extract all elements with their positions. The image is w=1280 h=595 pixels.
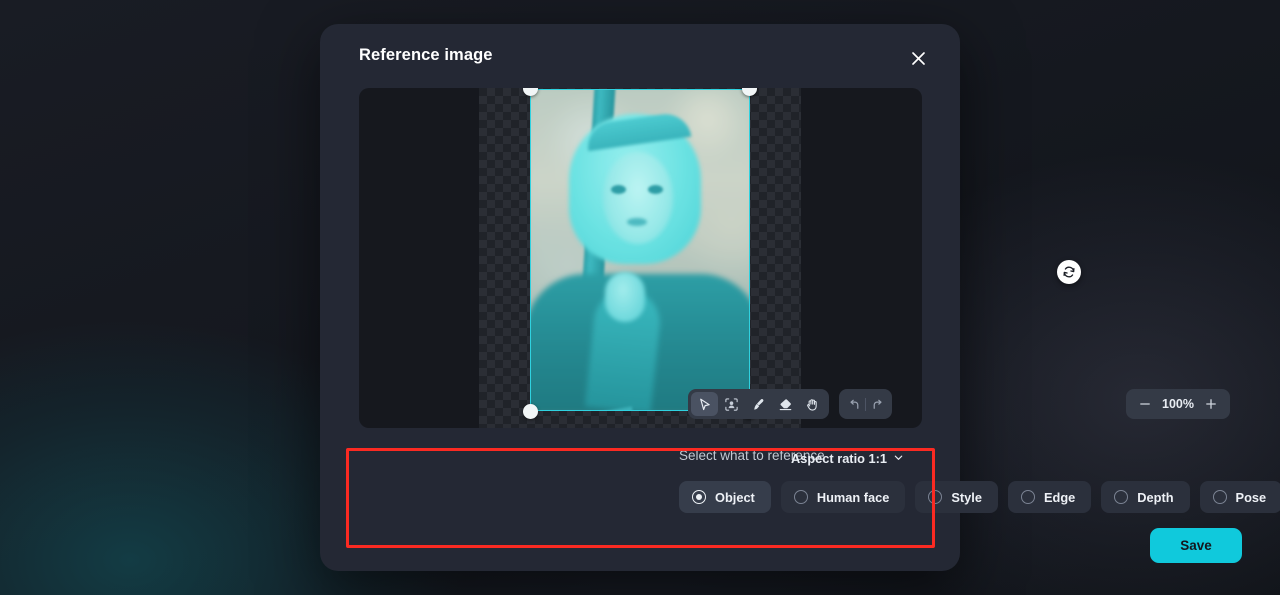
reference-option-label: Pose — [1235, 489, 1267, 505]
reference-option-label: Edge — [1043, 489, 1076, 505]
app-root: Reference image 100% Select what to refe… — [0, 0, 1280, 595]
reference-option-pose[interactable]: Pose — [1199, 481, 1280, 513]
undo-icon[interactable] — [843, 392, 865, 416]
zoom-out-button[interactable] — [1138, 397, 1152, 411]
reference-option-style[interactable]: Style — [915, 481, 998, 513]
image-selection-frame[interactable] — [523, 88, 757, 419]
selection-mask-overlay — [531, 90, 749, 410]
modal-header: Reference image — [320, 24, 960, 90]
reference-option-label: Human face — [816, 489, 890, 505]
eraser-icon[interactable] — [772, 392, 799, 416]
reference-option-edge[interactable]: Edge — [1007, 481, 1092, 513]
image-canvas[interactable] — [359, 88, 922, 428]
reference-photo — [531, 90, 749, 410]
reference-option-depth[interactable]: Depth — [1101, 481, 1190, 513]
radio-icon — [1212, 490, 1227, 504]
zoom-level-label: 100% — [1162, 397, 1194, 411]
radio-icon — [928, 490, 943, 504]
brush-icon[interactable] — [745, 392, 772, 416]
zoom-control: 100% — [1126, 389, 1230, 419]
reference-option-human-face[interactable]: Human face — [780, 481, 906, 513]
resize-handle-bottom-left[interactable] — [523, 404, 538, 419]
zoom-in-button[interactable] — [1204, 397, 1218, 411]
radio-icon — [692, 490, 706, 504]
history-controls — [839, 389, 892, 419]
aspect-ratio-dropdown[interactable]: Aspect ratio 1:1 — [791, 451, 904, 466]
close-icon[interactable] — [904, 44, 932, 72]
redo-icon[interactable] — [866, 392, 888, 416]
radio-icon — [1020, 490, 1035, 504]
face-frame-icon[interactable] — [718, 392, 745, 416]
reference-option-label: Object — [715, 489, 755, 505]
reference-option-object[interactable]: Object — [679, 481, 771, 513]
radio-icon — [793, 490, 808, 504]
reference-image-modal: Reference image 100% Select what to refe… — [320, 24, 1280, 571]
canvas-toolbar — [688, 389, 829, 419]
radio-icon — [1114, 490, 1129, 504]
refresh-icon[interactable] — [1057, 260, 1081, 284]
chevron-down-icon — [893, 451, 904, 466]
reference-type-options: Object Human face Style Edge Depth Pose — [679, 481, 1280, 513]
page-title: Reference image — [359, 46, 493, 64]
hand-icon[interactable] — [799, 392, 826, 416]
reference-option-label: Depth — [1137, 489, 1174, 505]
aspect-ratio-label: Aspect ratio 1:1 — [790, 451, 887, 466]
save-button[interactable]: Save — [1150, 528, 1242, 563]
select-tool[interactable] — [691, 392, 718, 416]
reference-option-label: Style — [951, 489, 982, 505]
